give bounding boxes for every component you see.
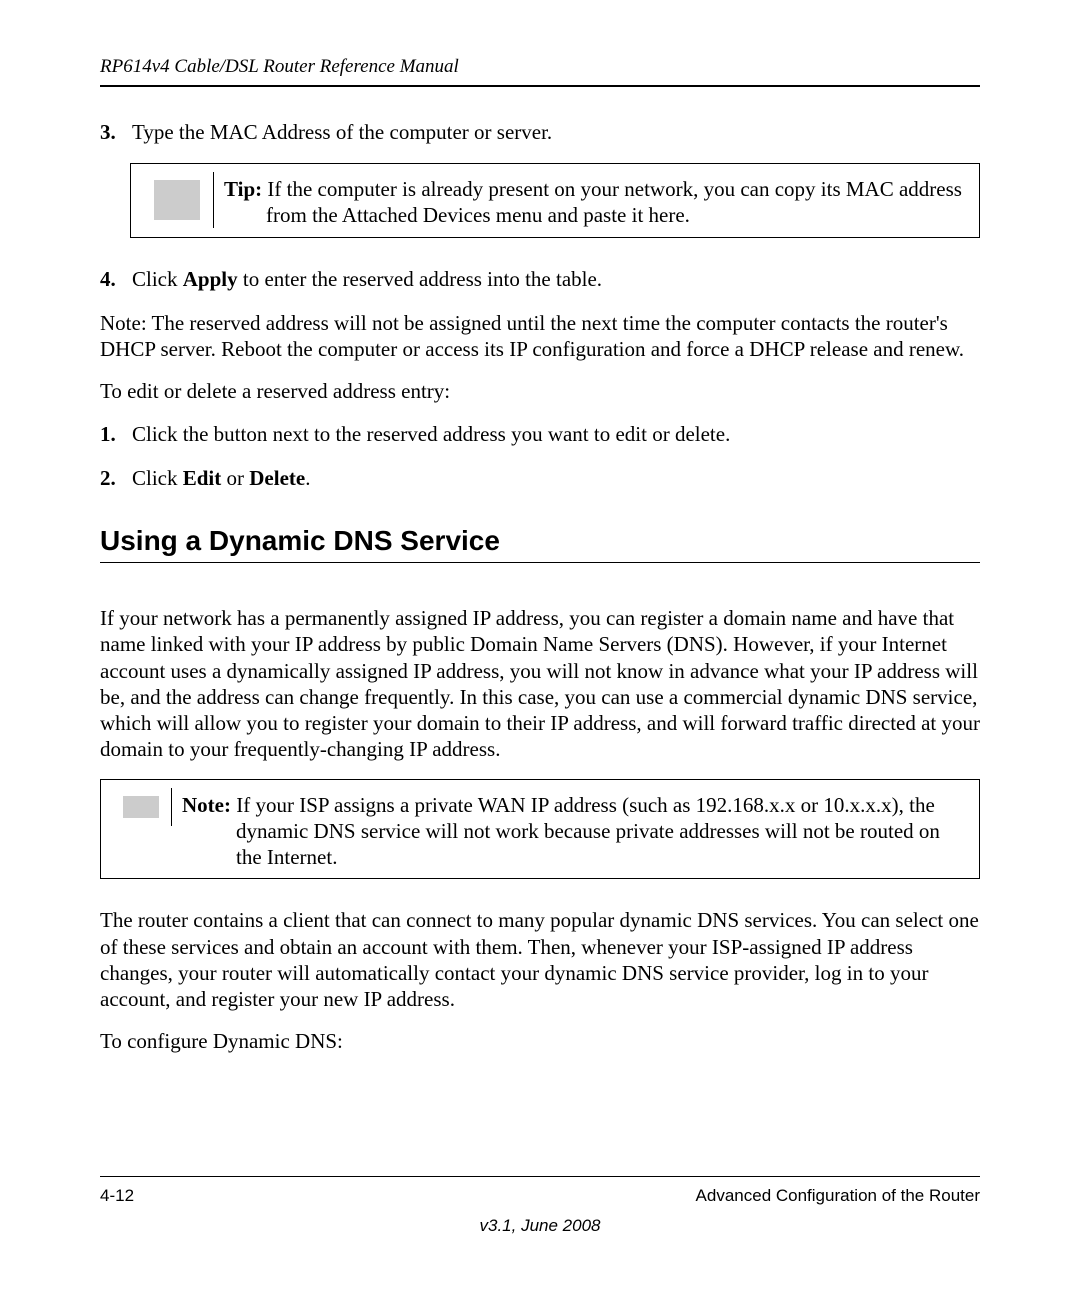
list-number: 2. xyxy=(100,465,132,491)
list-number: 4. xyxy=(100,266,132,292)
paragraph: To configure Dynamic DNS: xyxy=(100,1028,980,1054)
ordered-list-item: 2. Click Edit or Delete. xyxy=(100,465,980,491)
note-body: Note: If your ISP assigns a private WAN … xyxy=(182,788,969,871)
running-header-text: RP614v4 Cable/DSL Router Reference Manua… xyxy=(100,56,459,77)
tip-text: If the computer is already present on yo… xyxy=(262,177,962,227)
chapter-title: Advanced Configuration of the Router xyxy=(696,1185,980,1206)
list-text: Click Edit or Delete. xyxy=(132,465,310,491)
document-page: RP614v4 Cable/DSL Router Reference Manua… xyxy=(0,0,1080,1296)
tip-body: Tip: If the computer is already present … xyxy=(224,172,969,229)
ordered-list-item: 4. Click Apply to enter the reserved add… xyxy=(100,266,980,292)
list-number: 3. xyxy=(100,119,132,145)
tip-label: Tip: xyxy=(224,177,262,201)
paragraph: To edit or delete a reserved address ent… xyxy=(100,378,980,404)
paragraph: If your network has a permanently assign… xyxy=(100,605,980,763)
page-footer: 4-12 Advanced Configuration of the Route… xyxy=(100,1176,980,1206)
tip-callout: Tip: If the computer is already present … xyxy=(130,163,980,238)
paragraph: The router contains a client that can co… xyxy=(100,907,980,1012)
version-line: v3.1, June 2008 xyxy=(100,1215,980,1236)
paragraph: Note: The reserved address will not be a… xyxy=(100,310,980,363)
placeholder-icon xyxy=(123,796,159,818)
section-heading: Using a Dynamic DNS Service xyxy=(100,523,980,563)
note-label: Note: xyxy=(182,793,231,817)
list-number: 1. xyxy=(100,421,132,447)
note-callout: Note: If your ISP assigns a private WAN … xyxy=(100,779,980,880)
tip-icon xyxy=(141,172,214,228)
placeholder-icon xyxy=(154,180,200,220)
note-text: If your ISP assigns a private WAN IP add… xyxy=(231,793,940,870)
ordered-list-item: 3. Type the MAC Address of the computer … xyxy=(100,119,980,145)
list-text: Click the button next to the reserved ad… xyxy=(132,421,730,447)
list-text: Click Apply to enter the reserved addres… xyxy=(132,266,602,292)
list-text: Type the MAC Address of the computer or … xyxy=(132,119,552,145)
note-icon xyxy=(111,788,172,826)
page-number: 4-12 xyxy=(100,1185,134,1206)
ordered-list-item: 1. Click the button next to the reserved… xyxy=(100,421,980,447)
running-header: RP614v4 Cable/DSL Router Reference Manua… xyxy=(100,55,980,87)
